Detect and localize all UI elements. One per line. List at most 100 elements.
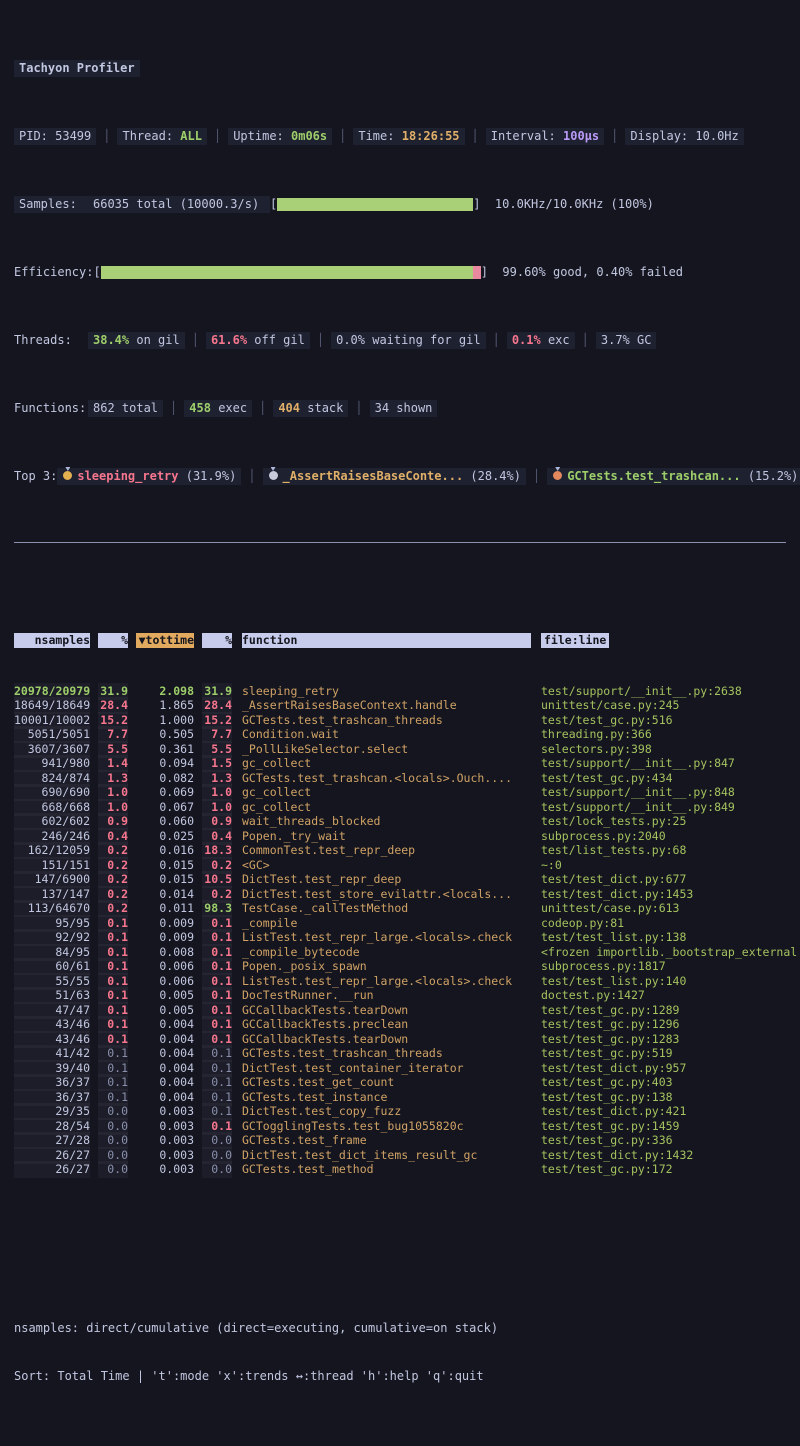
thread-pct: 38.4% (93, 333, 129, 347)
table-row[interactable]: 26/270.00.0030.0GCTests.test_methodtest/… (14, 1163, 800, 1178)
th-pct-cumulative[interactable]: % (202, 633, 232, 648)
efficiency-bar-bracket-close: ] (481, 264, 488, 281)
th-nsamples[interactable]: nsamples (14, 633, 90, 648)
meta-label: Interval: (491, 129, 563, 143)
functions-segment: 34 shown (370, 400, 438, 417)
th-tottime[interactable]: ▼tottime (136, 633, 194, 648)
meta-value: 18:26:55 (402, 129, 460, 143)
thread-segment: 3.7% GC (596, 332, 657, 349)
meta-chip: Time: 18:26:55 (353, 128, 464, 145)
meta-value: 53499 (55, 129, 91, 143)
separator-bar: │ (207, 128, 228, 145)
meta-chip: Display: 10.0Hz (625, 128, 743, 145)
separator-bar: │ (163, 401, 184, 415)
samples-chip: Samples:66035 total (10000.3/s) (14, 196, 270, 213)
efficiency-bar (101, 266, 481, 279)
functions-text: stack (300, 401, 343, 415)
threads-segments: 38.4% on gil│61.6% off gil│0.0% waiting … (88, 332, 656, 349)
separator-bar: │ (185, 333, 206, 347)
efficiency-bar-bracket-open: [ (93, 264, 100, 281)
efficiency-bar-fail (473, 266, 481, 279)
meta-label: Thread: (122, 129, 180, 143)
thread-label: GC (630, 333, 652, 347)
top3-entries: sleeping_retry (31.9%)│_AssertRaisesBase… (57, 468, 800, 485)
thread-label: waiting for gil (365, 333, 481, 347)
top3-name: GCTests.test_trashcan... (567, 469, 748, 483)
functions-text: shown (389, 401, 432, 415)
samples-bar (277, 198, 473, 211)
separator-bar: │ (332, 128, 353, 145)
functions-value: 34 (375, 401, 389, 415)
efficiency-bar-good (101, 266, 473, 279)
cell-fileline: test/test_gc.py:172 (541, 1161, 800, 1178)
top3-name: sleeping_retry (77, 469, 185, 483)
cell-pct-cumulative: 0.0 (202, 1161, 232, 1178)
thread-segment: 0.1% exc (507, 332, 575, 349)
th-pct-direct[interactable]: % (98, 633, 128, 648)
table-header-row: nsamples% ▼tottime% function file:line (14, 632, 800, 648)
top3-pct: (28.4%) (470, 469, 521, 483)
separator-bar: │ (310, 333, 331, 347)
meta-label: PID: (19, 129, 55, 143)
top3-pct: (31.9%) (186, 469, 237, 483)
tachyon-profiler-window: Tachyon Profiler PID: 53499│Thread: ALL│… (0, 0, 800, 723)
meta-chip: Uptime: 0m06s (228, 128, 332, 145)
meta-value: ALL (180, 129, 202, 143)
samples-bar-fill (277, 198, 473, 211)
top3-name: _AssertRaisesBaseConte... (283, 469, 471, 483)
profile-table: nsamples% ▼tottime% function file:line 2097… (14, 598, 800, 1211)
functions-row: Functions:862 total│458 exec│404 stack│3… (14, 400, 800, 417)
samples-rate: 10.0KHz/10.0KHz (100%) (480, 196, 653, 213)
functions-segment: 862 total (88, 400, 163, 417)
separator-bar: │ (241, 469, 262, 483)
separator-bar: │ (575, 333, 596, 347)
thread-segment: 38.4% on gil (88, 332, 185, 349)
meta-value: 10.0Hz (695, 129, 738, 143)
thread-pct: 0.1% (512, 333, 541, 347)
separator-bar: │ (96, 128, 117, 145)
threads-label: Threads: (14, 332, 88, 349)
meta-value: 0m06s (291, 129, 327, 143)
separator-bar: │ (486, 333, 507, 347)
thread-pct: 61.6% (211, 333, 247, 347)
separator-bar: │ (252, 401, 273, 415)
top3-entry: _AssertRaisesBaseConte... (28.4%) (263, 468, 526, 485)
footer: nsamples: direct/cumulative (direct=exec… (14, 1288, 800, 1416)
samples-bar-bracket-open: [ (270, 196, 277, 213)
cell-nsamples: 26/27 (14, 1161, 90, 1178)
thread-label: off gil (247, 333, 305, 347)
functions-text: total (115, 401, 158, 415)
functions-text: exec (211, 401, 247, 415)
efficiency-text: 99.60% good, 0.40% failed (488, 264, 683, 281)
functions-segment: 404 stack (273, 400, 348, 417)
thread-segment: 61.6% off gil (206, 332, 310, 349)
efficiency-row: Efficiency:[] 99.60% good, 0.40% failed (14, 264, 800, 281)
meta-row: PID: 53499│Thread: ALL│Uptime: 0m06s│Tim… (14, 128, 800, 145)
table-body: 20978/2097931.92.09831.9sleeping_retryte… (14, 684, 800, 1177)
top3-row: Top 3:sleeping_retry (31.9%)│_AssertRais… (14, 468, 800, 485)
separator-line (14, 542, 786, 543)
cell-tottime: 0.003 (136, 1161, 194, 1178)
meta-chip: Interval: 100µs (486, 128, 604, 145)
functions-value: 862 (93, 401, 115, 415)
samples-label: Samples: (19, 196, 93, 213)
samples-row: Samples:66035 total (10000.3/s) [] 10.0K… (14, 196, 800, 213)
footer-keybindings: Sort: Total Time | 't':mode 'x':trends ↔… (14, 1368, 800, 1384)
thread-label: exc (541, 333, 570, 347)
medal-silver-icon (269, 471, 278, 480)
top3-pct: (15.2%) (748, 469, 799, 483)
samples-total: 66035 total (10000.3/s) (93, 196, 265, 213)
footer-legend: nsamples: direct/cumulative (direct=exec… (14, 1320, 800, 1336)
samples-bar-bracket-close: ] (473, 196, 480, 213)
thread-segment: 0.0% waiting for gil (331, 332, 486, 349)
medal-gold-icon (63, 471, 72, 480)
th-fileline[interactable]: file:line (541, 633, 609, 648)
functions-label: Functions: (14, 400, 88, 417)
separator-bar: │ (526, 469, 547, 483)
thread-label: on gil (129, 333, 180, 347)
thread-pct: 0.0% (336, 333, 365, 347)
th-function[interactable]: function (242, 633, 531, 648)
separator-bar: │ (604, 128, 625, 145)
meta-chip: PID: 53499 (14, 128, 96, 145)
top3-entry: sleeping_retry (31.9%) (57, 468, 241, 485)
